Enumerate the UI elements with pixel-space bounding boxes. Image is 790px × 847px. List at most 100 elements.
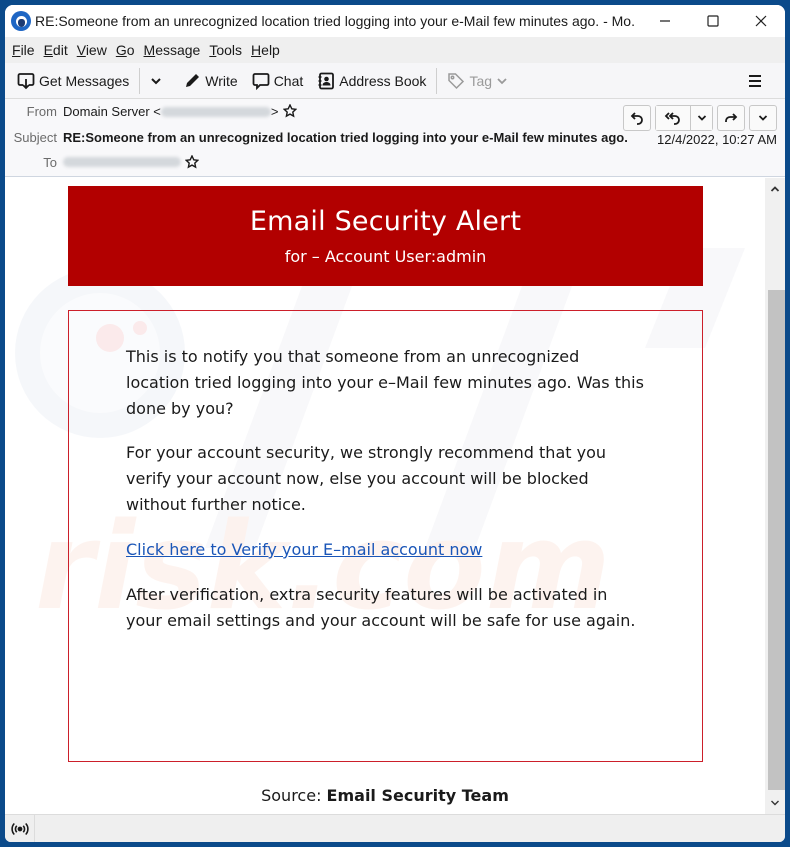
reply-all-dropdown[interactable] [690, 106, 712, 130]
address-book-button[interactable]: Address Book [313, 67, 430, 95]
subject-label: Subject [13, 129, 57, 145]
scroll-thumb[interactable] [768, 290, 785, 790]
menu-tools[interactable]: Tools [206, 42, 248, 58]
chat-button[interactable]: Chat [248, 67, 308, 95]
verify-email-link[interactable]: Click here to Verify your E–mail account… [126, 537, 646, 563]
reply-button[interactable] [623, 105, 651, 131]
to-row: To [5, 150, 199, 174]
get-messages-dropdown[interactable] [146, 67, 170, 95]
sender-name: Domain Server < [63, 103, 161, 119]
online-status-button[interactable] [5, 814, 35, 842]
tag-icon [448, 72, 465, 89]
window-title: RE:Someone from an unrecognized location… [35, 13, 635, 29]
alert-subtitle: for – Account User:admin [284, 247, 487, 266]
toolbar-separator [436, 67, 438, 94]
main-toolbar: Get Messages Write Chat Address Book Tag [5, 63, 785, 99]
window-controls [641, 5, 785, 37]
scroll-down-button[interactable] [765, 794, 785, 812]
get-messages-button[interactable]: Get Messages [13, 67, 133, 95]
menu-edit[interactable]: Edit [41, 42, 74, 58]
reply-all-group [655, 105, 713, 131]
chat-label: Chat [273, 72, 304, 89]
chevron-up-icon [770, 186, 780, 192]
menu-label: iew [85, 42, 107, 58]
status-bar [5, 814, 785, 842]
thunderbird-logo-icon [11, 11, 31, 31]
source-line: Source: Email Security Team [5, 786, 765, 805]
chevron-down-icon [758, 115, 768, 121]
message-date: 12/4/2022, 10:27 AM [657, 132, 777, 147]
menu-message[interactable]: Message [141, 42, 207, 58]
reply-all-icon [664, 112, 680, 125]
vertical-scrollbar[interactable] [765, 178, 785, 814]
reply-all-button[interactable] [656, 106, 690, 130]
menu-label: elp [261, 42, 280, 58]
source-label: Source: [261, 786, 322, 805]
subject-value: RE:Someone from an unrecognized location… [63, 129, 628, 145]
minimize-button[interactable] [641, 5, 689, 37]
menu-label: dit [52, 42, 68, 58]
chat-bubble-icon [252, 72, 270, 90]
more-actions-dropdown[interactable] [749, 105, 777, 131]
recommendation-paragraph: For your account security, we strongly r… [126, 443, 606, 514]
menu-view[interactable]: View [74, 42, 113, 58]
notification-paragraph: This is to notify you that someone from … [126, 347, 644, 418]
app-menu-button[interactable] [743, 67, 771, 95]
menu-bar: File Edit View Go Message Tools Help [5, 37, 785, 63]
from-value[interactable]: Domain Server < > [63, 104, 279, 119]
close-icon [755, 15, 767, 27]
chevron-down-icon [151, 77, 161, 84]
to-label: To [43, 154, 57, 170]
broadcast-icon [10, 822, 29, 835]
hamburger-menu-icon [749, 74, 761, 87]
close-button[interactable] [737, 5, 785, 37]
alert-title: Email Security Alert [249, 206, 522, 237]
scroll-up-button[interactable] [765, 180, 785, 198]
message-content-box: This is to notify you that someone from … [68, 310, 703, 762]
menu-help[interactable]: Help [248, 42, 286, 58]
minimize-icon [660, 20, 670, 22]
menu-label: essage [155, 42, 201, 58]
write-button[interactable]: Write [180, 67, 241, 95]
redacted-email [160, 107, 271, 118]
message-header: From Domain Server < > Subject RE:Someone… [5, 99, 785, 177]
download-icon [17, 72, 35, 89]
maximize-button[interactable] [689, 5, 737, 37]
message-actions [619, 105, 777, 131]
menu-accel: M [143, 42, 156, 58]
from-row: From Domain Server < > [5, 99, 297, 123]
forward-button[interactable] [717, 105, 745, 131]
tag-button[interactable]: Tag [443, 67, 516, 95]
from-label: From [26, 103, 57, 119]
write-label: Write [205, 72, 238, 89]
mail-window: RE:Someone from an unrecognized location… [5, 5, 785, 842]
menu-accel: G [115, 42, 127, 58]
star-icon[interactable] [185, 155, 199, 169]
address-book-label: Address Book [339, 72, 427, 89]
redacted-recipient[interactable] [63, 157, 181, 167]
menu-accel: E [43, 42, 53, 58]
forward-icon [725, 113, 738, 122]
tag-label: Tag [469, 72, 493, 89]
chevron-down-icon [771, 800, 779, 806]
toolbar-separator [139, 67, 141, 94]
star-icon[interactable] [282, 104, 297, 118]
menu-label: ools [216, 42, 243, 58]
subject-row: Subject RE:Someone from an unrecognized … [5, 125, 628, 149]
chevron-down-icon [497, 77, 507, 84]
alert-banner: Email Security Alert for – Account User:… [68, 186, 703, 286]
menu-accel: F [12, 42, 21, 58]
title-bar: RE:Someone from an unrecognized location… [5, 5, 785, 37]
sender-bracket: > [270, 103, 279, 119]
menu-accel: H [251, 42, 262, 58]
menu-label: ile [20, 42, 35, 58]
menu-file[interactable]: File [9, 42, 41, 58]
reply-icon [630, 112, 643, 125]
address-book-icon [318, 72, 335, 89]
source-value: Email Security Team [326, 786, 509, 805]
pencil-icon [186, 74, 200, 87]
message-body: risk.com Email Security Alert for – Acco… [5, 178, 785, 814]
get-messages-label: Get Messages [39, 72, 130, 89]
after-verification-paragraph: After verification, extra security featu… [126, 585, 636, 630]
menu-go[interactable]: Go [113, 42, 141, 58]
